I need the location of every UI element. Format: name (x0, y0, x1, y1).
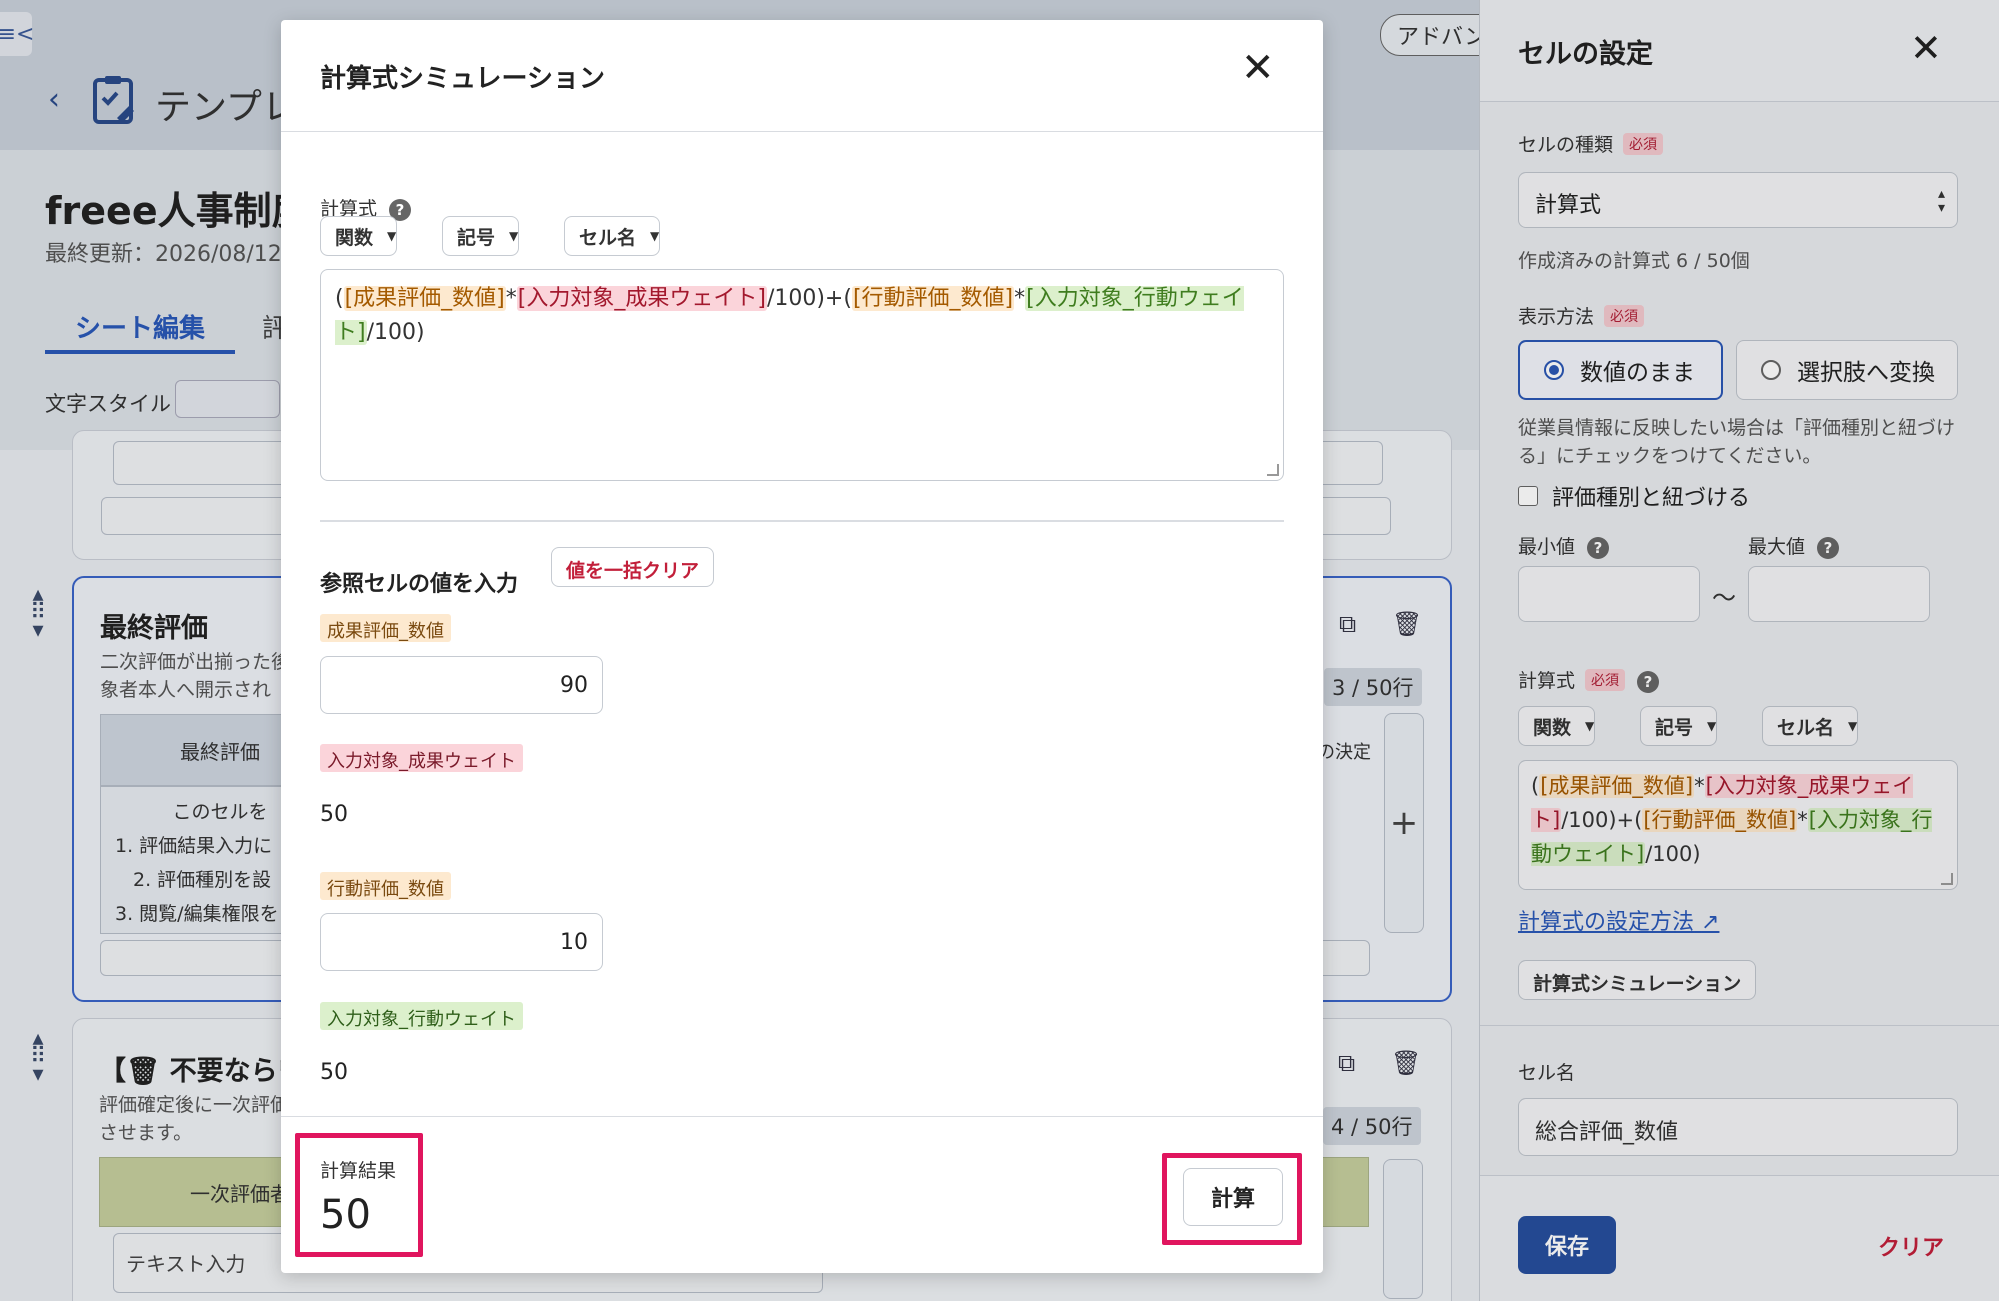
ref-chip-behavior-value: 行動評価_数値 (320, 872, 451, 900)
section-divider (320, 520, 1284, 522)
calculate-highlight-box (1162, 1153, 1302, 1245)
cellname-dropdown-label: セル名 (579, 226, 637, 249)
caret-down-icon: ▼ (509, 229, 519, 243)
caret-down-icon: ▼ (650, 229, 660, 243)
formula-operator: ( (335, 286, 344, 311)
close-icon[interactable]: ✕ (1241, 48, 1275, 88)
formula-cell-ref: [成果評価_数値] (343, 286, 506, 311)
reference-section-title: 参照セルの値を入力 (320, 572, 519, 597)
symbol-dropdown[interactable]: 記号 ▼ (442, 216, 520, 256)
formula-operator: * (1014, 286, 1026, 311)
formula-cell-ref: [入力対象_成果ウェイト] (516, 286, 767, 311)
cellname-dropdown[interactable]: セル名 ▼ (564, 216, 661, 256)
formula-text: ([成果評価_数値]*[入力対象_成果ウェイト]/100)+([行動評価_数値]… (335, 286, 1244, 345)
formula-simulation-modal: 計算式シミュレーション ✕ 計算式? 関数 ▼ 記号 ▼ セル名 ▼ ([成果評価_数… (281, 20, 1323, 1273)
formula-cell-ref: [行動評価_数値] (851, 286, 1015, 311)
resize-grip-icon[interactable] (1267, 464, 1279, 476)
behavior-weight-value: 50 (320, 1060, 348, 1085)
ref-chip-behavior-weight: 入力対象_行動ウェイト (320, 1002, 523, 1030)
ref-chip-performance-value: 成果評価_数値 (320, 614, 451, 642)
formula-operator: * (505, 286, 517, 311)
caret-down-icon: ▼ (387, 229, 397, 243)
formula-operator: /100) (366, 320, 425, 345)
function-dropdown-label: 関数 (335, 226, 374, 249)
performance-weight-value: 50 (320, 802, 348, 827)
formula-textarea[interactable]: ([成果評価_数値]*[入力対象_成果ウェイト]/100)+([行動評価_数値]… (320, 269, 1284, 481)
modal-header: 計算式シミュレーション ✕ (281, 20, 1323, 132)
performance-value-input[interactable]: 90 (320, 656, 603, 714)
symbol-dropdown-label: 記号 (457, 226, 496, 249)
behavior-value-input[interactable]: 10 (320, 913, 603, 971)
ref-chip-performance-weight: 入力対象_成果ウェイト (320, 744, 523, 772)
modal-title: 計算式シミュレーション (320, 64, 605, 94)
result-highlight-box (295, 1133, 423, 1257)
function-dropdown[interactable]: 関数 ▼ (320, 216, 398, 256)
formula-operator: /100)+( (766, 286, 852, 311)
clear-all-values-button[interactable]: 値を一括クリア (551, 547, 715, 587)
modal-footer-divider (281, 1116, 1323, 1117)
